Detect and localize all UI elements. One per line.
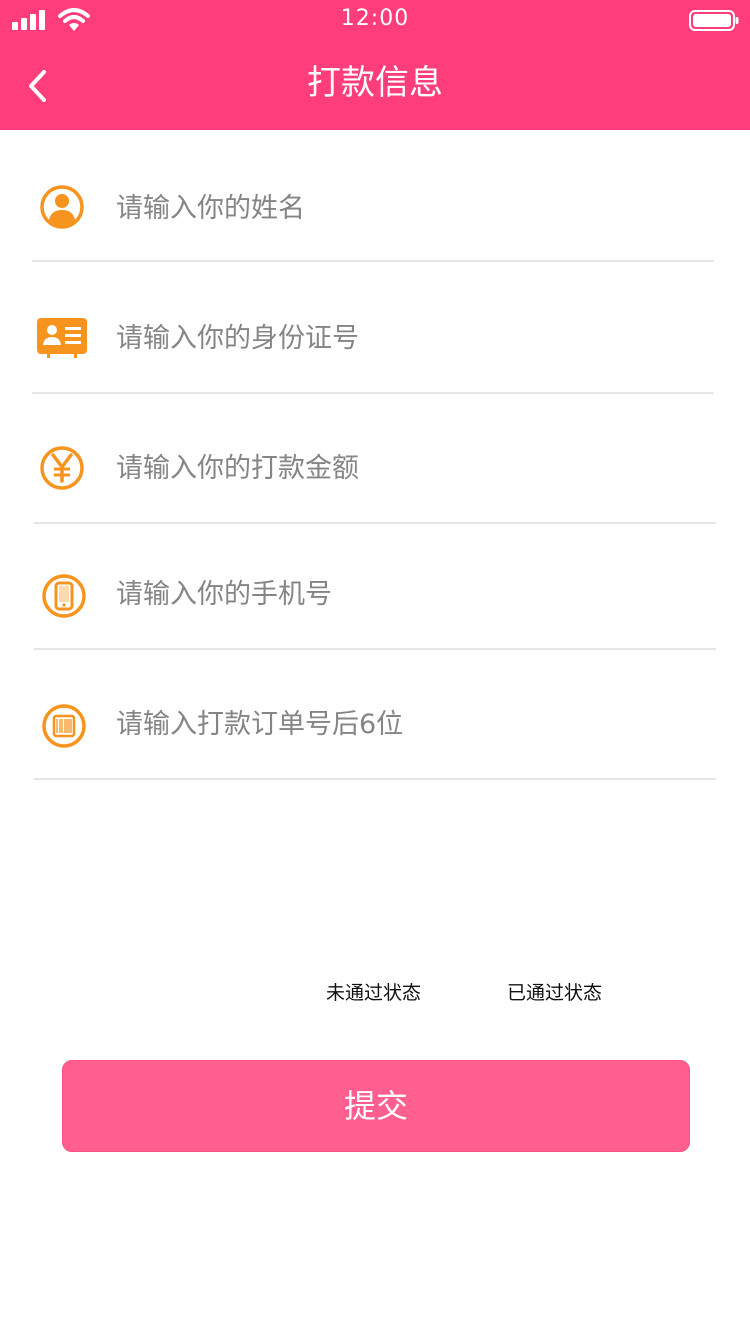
status-bar: 12:00 <box>0 0 750 40</box>
yen-icon <box>40 446 84 490</box>
order-number-input[interactable] <box>116 698 706 750</box>
user-icon <box>40 185 84 229</box>
divider <box>34 522 716 524</box>
divider <box>34 778 716 780</box>
id-card-icon <box>37 318 87 358</box>
not-passed-status-link[interactable]: 未通过状态 <box>326 978 421 1005</box>
page-title: 打款信息 <box>307 63 443 103</box>
id-number-input[interactable] <box>116 312 706 364</box>
status-time: 12:00 <box>340 6 410 31</box>
barcode-icon <box>42 704 86 748</box>
name-input[interactable] <box>116 182 706 234</box>
divider <box>34 648 716 650</box>
order-field-row <box>0 696 750 756</box>
phone-icon <box>42 574 86 618</box>
submit-button[interactable]: 提交 <box>62 1060 690 1152</box>
id-field-row <box>0 308 750 368</box>
amount-field-row <box>0 440 750 500</box>
battery-icon <box>689 10 739 31</box>
phone-input[interactable] <box>116 568 706 620</box>
name-field-row <box>0 178 750 238</box>
amount-input[interactable] <box>116 442 706 494</box>
divider <box>32 260 714 262</box>
passed-status-link[interactable]: 已通过状态 <box>507 978 602 1005</box>
phone-field-row <box>0 566 750 626</box>
divider <box>32 392 714 394</box>
header-bar: 12:00 打款信息 <box>0 0 750 130</box>
